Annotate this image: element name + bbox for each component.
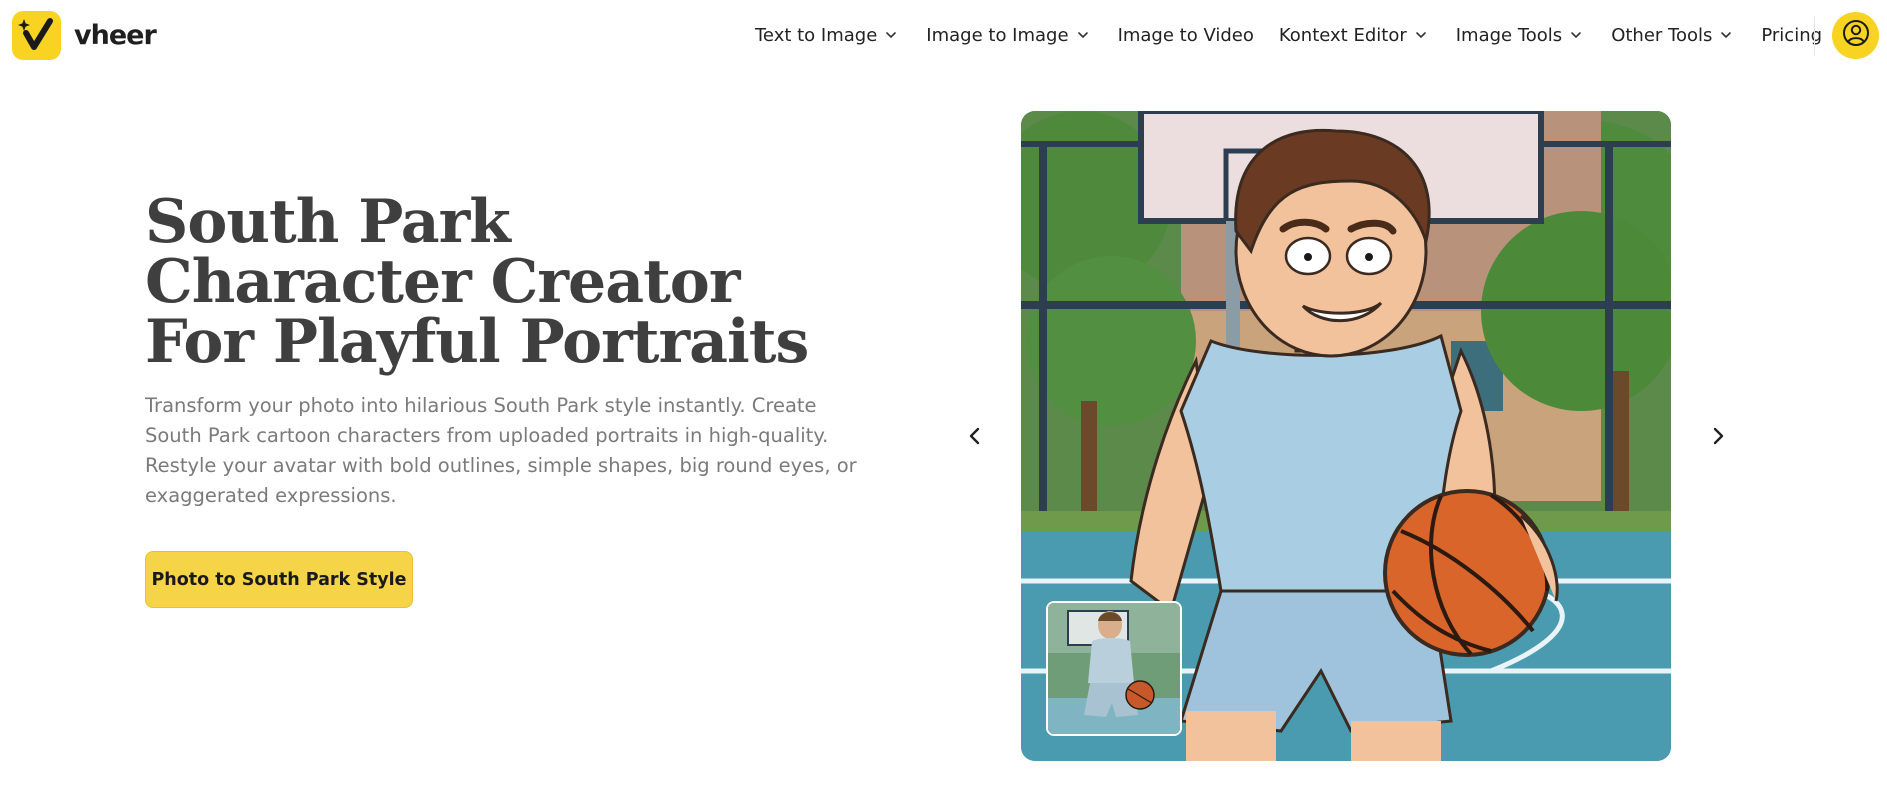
photo-to-south-park-button[interactable]: Photo to South Park Style bbox=[145, 551, 413, 608]
main-nav: Text to Image Image to Image Image to Vi… bbox=[755, 20, 1822, 50]
brand-name: vheer bbox=[74, 20, 157, 51]
nav-image-tools[interactable]: Image Tools bbox=[1456, 25, 1582, 46]
nav-kontext-editor[interactable]: Kontext Editor bbox=[1279, 25, 1427, 46]
nav-divider bbox=[1814, 17, 1815, 55]
chevron-down-icon bbox=[885, 29, 897, 41]
nav-item-label: Image to Image bbox=[926, 24, 1069, 46]
nav-image-to-image[interactable]: Image to Image bbox=[926, 25, 1088, 46]
nav-pricing[interactable]: Pricing bbox=[1761, 25, 1822, 46]
chevron-left-icon bbox=[963, 427, 987, 452]
carousel-prev-button[interactable] bbox=[963, 424, 987, 448]
nav-item-label: Image Tools bbox=[1455, 24, 1563, 46]
nav-text-to-image[interactable]: Text to Image bbox=[755, 25, 897, 46]
nav-item-label: Other Tools bbox=[1611, 24, 1713, 46]
site-header: vheer Text to Image Image to Image Image… bbox=[0, 0, 1887, 72]
nav-item-label: Kontext Editor bbox=[1278, 24, 1407, 46]
chevron-down-icon bbox=[1720, 29, 1732, 41]
nav-other-tools[interactable]: Other Tools bbox=[1611, 25, 1732, 46]
nav-item-label: Text to Image bbox=[755, 24, 878, 46]
nav-item-label: Image to Video bbox=[1117, 24, 1254, 46]
nav-image-to-video[interactable]: Image to Video bbox=[1118, 25, 1254, 46]
chevron-right-icon bbox=[1706, 427, 1730, 452]
original-photo-thumbnail bbox=[1046, 601, 1182, 736]
chevron-down-icon bbox=[1570, 29, 1582, 41]
hero-description: Transform your photo into hilarious Sout… bbox=[145, 394, 857, 507]
user-circle-icon bbox=[1841, 18, 1871, 53]
nav-item-label: Pricing bbox=[1761, 24, 1823, 46]
chevron-down-icon bbox=[1415, 29, 1427, 41]
chevron-down-icon bbox=[1077, 29, 1089, 41]
page-title: South Park Character Creator For Playful… bbox=[145, 187, 809, 377]
account-button[interactable] bbox=[1832, 12, 1879, 59]
logo-icon bbox=[12, 11, 61, 60]
carousel-next-button[interactable] bbox=[1706, 424, 1730, 448]
logo-link[interactable]: vheer bbox=[12, 11, 157, 60]
